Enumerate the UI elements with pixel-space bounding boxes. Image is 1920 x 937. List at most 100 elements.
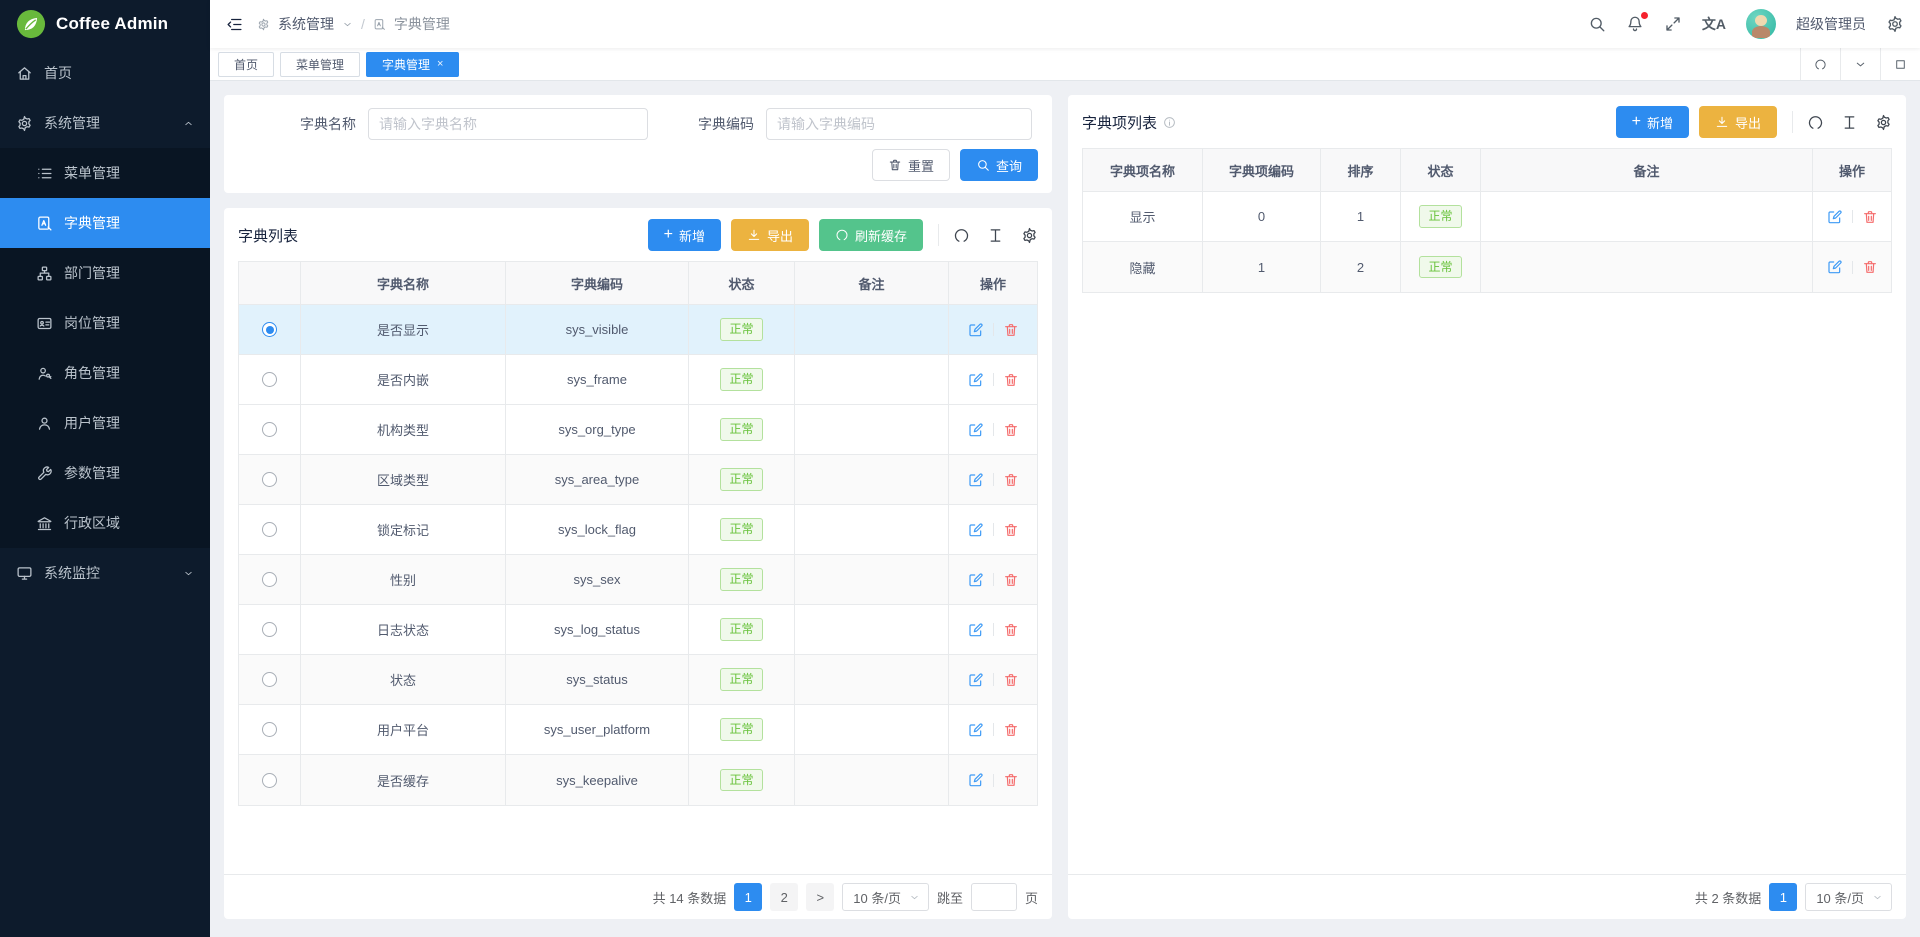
fullscreen-button[interactable] bbox=[1664, 15, 1682, 33]
tab-dict-mgmt[interactable]: 字典管理 × bbox=[366, 52, 459, 77]
dict-item-header: 字典项列表 + 新增 导出 bbox=[1068, 95, 1906, 148]
edit-button[interactable] bbox=[968, 322, 984, 338]
delete-button[interactable] bbox=[1003, 472, 1019, 488]
tab-menu-mgmt[interactable]: 菜单管理 bbox=[280, 52, 360, 77]
column-settings-icon[interactable] bbox=[1021, 227, 1038, 244]
refresh-tab-button[interactable] bbox=[1800, 48, 1840, 80]
reset-button[interactable]: 重置 bbox=[872, 149, 950, 181]
sidebar-item-home[interactable]: 首页 bbox=[0, 48, 210, 98]
edit-button[interactable] bbox=[968, 572, 984, 588]
settings-button[interactable] bbox=[1886, 15, 1904, 33]
page-button-2[interactable]: 2 bbox=[770, 883, 798, 911]
tab-list-dropdown-button[interactable] bbox=[1840, 48, 1880, 80]
add-dict-button[interactable]: + 新增 bbox=[648, 219, 721, 251]
query-button[interactable]: 查询 bbox=[960, 149, 1038, 181]
breadcrumb-root[interactable]: 系统管理 bbox=[278, 14, 334, 34]
delete-button[interactable] bbox=[1862, 259, 1878, 275]
maximize-content-button[interactable] bbox=[1880, 48, 1920, 80]
edit-button[interactable] bbox=[968, 472, 984, 488]
notifications-button[interactable] bbox=[1626, 15, 1644, 33]
sidebar-item-admin-region[interactable]: 行政区域 bbox=[0, 498, 210, 548]
page-size-select[interactable]: 10 条/页 bbox=[842, 883, 929, 911]
info-icon[interactable] bbox=[1163, 116, 1176, 129]
edit-button[interactable] bbox=[1827, 259, 1843, 275]
delete-button[interactable] bbox=[1003, 522, 1019, 538]
close-icon[interactable]: × bbox=[437, 59, 443, 70]
cell-dict-name: 是否内嵌 bbox=[301, 355, 506, 404]
row-radio[interactable] bbox=[262, 422, 277, 437]
table-row[interactable]: 性别 sys_sex 正常 bbox=[239, 555, 1037, 605]
table-row[interactable]: 状态 sys_status 正常 bbox=[239, 655, 1037, 705]
sidebar-item-user-mgmt[interactable]: 用户管理 bbox=[0, 398, 210, 448]
edit-button[interactable] bbox=[1827, 209, 1843, 225]
table-row[interactable]: 是否缓存 sys_keepalive 正常 bbox=[239, 755, 1037, 805]
jump-page-input[interactable] bbox=[971, 883, 1017, 911]
dict-code-input[interactable] bbox=[766, 108, 1032, 140]
table-row[interactable]: 机构类型 sys_org_type 正常 bbox=[239, 405, 1037, 455]
language-switch-button[interactable]: 文A bbox=[1702, 14, 1726, 34]
refresh-cache-button[interactable]: 刷新缓存 bbox=[819, 219, 923, 251]
dict-name-input[interactable] bbox=[368, 108, 648, 140]
row-height-icon[interactable] bbox=[987, 227, 1004, 244]
row-radio[interactable] bbox=[262, 622, 277, 637]
edit-button[interactable] bbox=[968, 722, 984, 738]
row-radio[interactable] bbox=[262, 572, 277, 587]
table-row[interactable]: 区域类型 sys_area_type 正常 bbox=[239, 455, 1037, 505]
refresh-table-icon[interactable] bbox=[1807, 114, 1824, 131]
row-radio[interactable] bbox=[262, 322, 277, 337]
row-radio[interactable] bbox=[262, 522, 277, 537]
table-row[interactable]: 锁定标记 sys_lock_flag 正常 bbox=[239, 505, 1037, 555]
sidebar-item-role-mgmt[interactable]: 角色管理 bbox=[0, 348, 210, 398]
sidebar-item-post-mgmt[interactable]: 岗位管理 bbox=[0, 298, 210, 348]
add-dict-item-button[interactable]: + 新增 bbox=[1616, 106, 1689, 138]
delete-button[interactable] bbox=[1003, 572, 1019, 588]
table-row[interactable]: 显示 0 1 正常 bbox=[1083, 192, 1891, 242]
delete-button[interactable] bbox=[1003, 672, 1019, 688]
sidebar-item-dept-mgmt[interactable]: 部门管理 bbox=[0, 248, 210, 298]
edit-button[interactable] bbox=[968, 372, 984, 388]
next-page-button[interactable]: > bbox=[806, 883, 834, 911]
row-radio[interactable] bbox=[262, 773, 277, 788]
avatar[interactable] bbox=[1746, 9, 1776, 39]
edit-button[interactable] bbox=[968, 422, 984, 438]
column-settings-icon[interactable] bbox=[1875, 114, 1892, 131]
delete-button[interactable] bbox=[1003, 322, 1019, 338]
delete-button[interactable] bbox=[1003, 422, 1019, 438]
sidebar-group-system[interactable]: 系统管理 bbox=[0, 98, 210, 148]
table-row[interactable]: 用户平台 sys_user_platform 正常 bbox=[239, 705, 1037, 755]
sidebar-item-menu-mgmt[interactable]: 菜单管理 bbox=[0, 148, 210, 198]
sidebar-item-param-mgmt[interactable]: 参数管理 bbox=[0, 448, 210, 498]
sidebar-item-dict-mgmt[interactable]: 字典管理 bbox=[0, 198, 210, 248]
row-height-icon[interactable] bbox=[1841, 114, 1858, 131]
export-dict-item-button[interactable]: 导出 bbox=[1699, 106, 1777, 138]
delete-button[interactable] bbox=[1003, 722, 1019, 738]
edit-button[interactable] bbox=[968, 672, 984, 688]
delete-button[interactable] bbox=[1862, 209, 1878, 225]
page-button-1[interactable]: 1 bbox=[1769, 883, 1797, 911]
table-row[interactable]: 日志状态 sys_log_status 正常 bbox=[239, 605, 1037, 655]
row-radio[interactable] bbox=[262, 472, 277, 487]
search-button[interactable] bbox=[1588, 15, 1606, 33]
edit-button[interactable] bbox=[968, 622, 984, 638]
username[interactable]: 超级管理员 bbox=[1796, 14, 1866, 34]
page-button-1[interactable]: 1 bbox=[734, 883, 762, 911]
table-row[interactable]: 是否显示 sys_visible 正常 bbox=[239, 305, 1037, 355]
delete-button[interactable] bbox=[1003, 772, 1019, 788]
row-radio[interactable] bbox=[262, 672, 277, 687]
chevron-down-icon[interactable] bbox=[342, 19, 353, 30]
row-radio[interactable] bbox=[262, 722, 277, 737]
refresh-table-icon[interactable] bbox=[953, 227, 970, 244]
edit-button[interactable] bbox=[968, 522, 984, 538]
export-dict-button[interactable]: 导出 bbox=[731, 219, 809, 251]
logo[interactable]: Coffee Admin bbox=[0, 0, 210, 48]
table-row[interactable]: 是否内嵌 sys_frame 正常 bbox=[239, 355, 1037, 405]
row-radio[interactable] bbox=[262, 372, 277, 387]
sidebar-group-monitor[interactable]: 系统监控 bbox=[0, 548, 210, 598]
edit-button[interactable] bbox=[968, 772, 984, 788]
delete-button[interactable] bbox=[1003, 622, 1019, 638]
page-size-select[interactable]: 10 条/页 bbox=[1805, 883, 1892, 911]
delete-button[interactable] bbox=[1003, 372, 1019, 388]
tab-home[interactable]: 首页 bbox=[218, 52, 274, 77]
table-row[interactable]: 隐藏 1 2 正常 bbox=[1083, 242, 1891, 292]
collapse-sidebar-button[interactable] bbox=[226, 16, 243, 33]
